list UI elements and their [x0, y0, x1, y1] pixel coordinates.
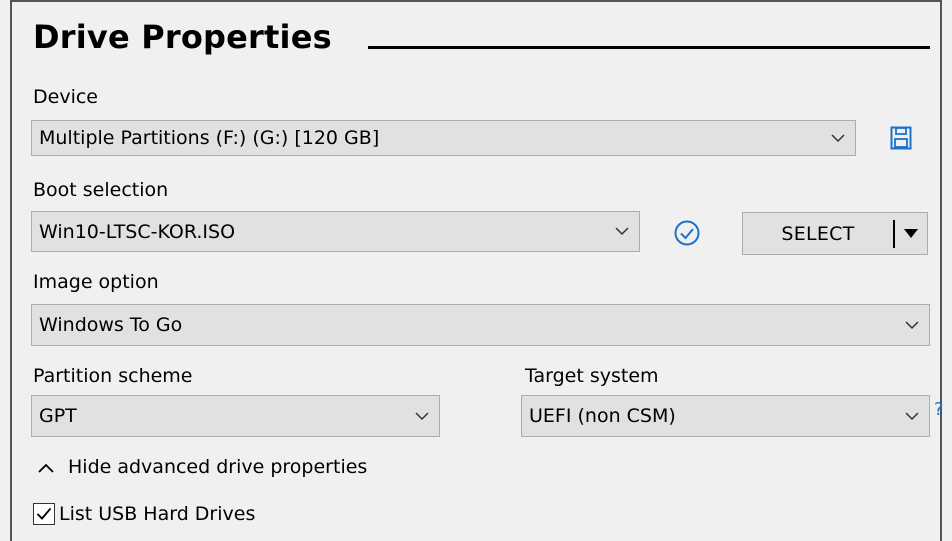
- boot-selection-dropdown[interactable]: Win10-LTSC-KOR.ISO: [31, 211, 640, 252]
- list-usb-hard-drives-checkbox[interactable]: [33, 503, 55, 525]
- partition-scheme-value: GPT: [39, 405, 77, 427]
- image-option-value: Windows To Go: [39, 314, 183, 336]
- chevron-up-icon: [38, 456, 54, 478]
- chevron-down-icon: [895, 396, 929, 436]
- image-option-dropdown[interactable]: Windows To Go: [31, 304, 930, 346]
- check-circle-icon: [672, 218, 702, 248]
- hide-advanced-toggle[interactable]: Hide advanced drive properties: [38, 456, 367, 478]
- boot-selection-label: Boot selection: [33, 179, 169, 201]
- target-system-dropdown[interactable]: UEFI (non CSM): [521, 395, 930, 437]
- save-icon[interactable]: [888, 124, 914, 152]
- select-dropdown-arrow-icon[interactable]: [895, 229, 927, 238]
- list-usb-hard-drives-row[interactable]: List USB Hard Drives: [33, 503, 255, 525]
- chevron-down-icon: [821, 121, 855, 155]
- help-icon[interactable]: ?: [934, 399, 944, 420]
- image-option-label: Image option: [33, 271, 159, 293]
- chevron-down-icon: [405, 396, 439, 436]
- boot-selection-value: Win10-LTSC-KOR.ISO: [39, 220, 236, 243]
- chevron-down-icon: [605, 212, 639, 251]
- device-value: Multiple Partitions (F:) (G:) [120 GB]: [39, 127, 380, 149]
- partition-scheme-dropdown[interactable]: GPT: [31, 395, 440, 437]
- partition-scheme-label: Partition scheme: [33, 365, 193, 387]
- hide-advanced-label: Hide advanced drive properties: [68, 456, 368, 478]
- chevron-down-icon: [895, 305, 929, 345]
- list-usb-hard-drives-label: List USB Hard Drives: [59, 503, 256, 525]
- title-rule: [368, 46, 930, 49]
- target-system-value: UEFI (non CSM): [529, 405, 676, 427]
- select-button[interactable]: SELECT: [742, 212, 928, 255]
- section-title: Drive Properties: [33, 18, 332, 56]
- device-label: Device: [33, 86, 98, 108]
- device-dropdown[interactable]: Multiple Partitions (F:) (G:) [120 GB]: [31, 120, 856, 156]
- target-system-label: Target system: [525, 365, 659, 387]
- select-button-label: SELECT: [781, 222, 855, 245]
